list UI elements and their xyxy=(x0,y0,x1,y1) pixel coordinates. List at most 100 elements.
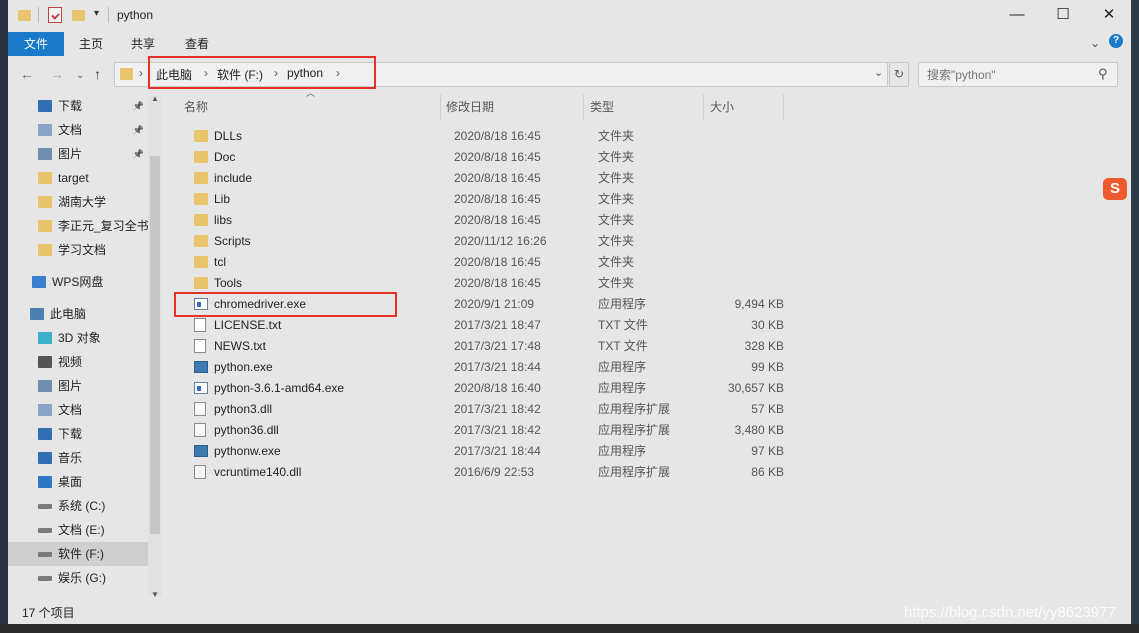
column-header-date[interactable]: 修改日期 xyxy=(446,96,494,118)
sidebar-item-label: 图片 xyxy=(58,147,83,161)
column-divider[interactable] xyxy=(703,94,704,120)
search-icon[interactable]: ⚲ xyxy=(1098,66,1108,82)
file-date: 2020/8/18 16:45 xyxy=(454,129,541,143)
sidebar-item[interactable]: 文档 (E:) xyxy=(8,518,148,542)
sogou-ime-icon[interactable]: S xyxy=(1103,178,1127,200)
file-row[interactable]: python36.dll 2017/3/21 18:42 应用程序扩展 3,480 K… xyxy=(186,420,786,441)
file-row[interactable]: include 2020/8/18 16:45 文件夹 xyxy=(186,168,786,189)
tab-home[interactable]: 主页 xyxy=(74,32,108,56)
sidebar-item[interactable]: 桌面 xyxy=(8,470,148,494)
sidebar-item[interactable]: 系统 (C:) xyxy=(8,494,148,518)
download-icon xyxy=(38,428,52,440)
sidebar-item[interactable]: 湖南大学 xyxy=(8,190,148,214)
watermark: https://blog.csdn.net/yy8623977 xyxy=(904,604,1116,621)
file-row[interactable]: python3.dll 2017/3/21 18:42 应用程序扩展 57 KB xyxy=(186,399,786,420)
file-date: 2017/3/21 18:42 xyxy=(454,423,541,437)
help-icon[interactable]: ? xyxy=(1109,34,1123,48)
tab-share[interactable]: 共享 xyxy=(126,32,160,56)
sidebar-item[interactable]: 文档 📌 xyxy=(8,118,148,142)
pin-icon[interactable]: 📌 xyxy=(133,94,144,118)
scroll-up-arrow-icon[interactable]: ▲ xyxy=(151,94,159,103)
sidebar-item[interactable]: 下载 xyxy=(8,422,148,446)
file-row[interactable]: tcl 2020/8/18 16:45 文件夹 xyxy=(186,252,786,273)
refresh-button[interactable]: ↻ xyxy=(889,62,909,87)
new-folder-icon[interactable] xyxy=(72,10,85,21)
maximize-button[interactable]: ☐ xyxy=(1040,0,1086,30)
file-row[interactable]: NEWS.txt 2017/3/21 17:48 TXT 文件 328 KB xyxy=(186,336,786,357)
dll-file-icon xyxy=(194,402,206,416)
dll-file-icon xyxy=(194,465,206,479)
sidebar-item[interactable]: 娱乐 (G:) xyxy=(8,566,148,590)
sidebar-item[interactable]: WPS网盘 xyxy=(8,270,148,294)
ribbon-collapse-icon[interactable]: ⌄ xyxy=(1090,36,1100,50)
file-row[interactable]: python.exe 2017/3/21 18:44 应用程序 99 KB xyxy=(186,357,786,378)
file-date: 2020/8/18 16:45 xyxy=(454,276,541,290)
column-header-size[interactable]: 大小 xyxy=(710,96,734,118)
sidebar-item[interactable]: 视频 xyxy=(8,350,148,374)
file-row[interactable]: pythonw.exe 2017/3/21 18:44 应用程序 97 KB xyxy=(186,441,786,462)
back-button[interactable]: ← xyxy=(20,66,34,82)
sidebar-item[interactable]: 3D 对象 xyxy=(8,326,148,350)
forward-button[interactable]: → xyxy=(50,66,64,82)
scroll-down-arrow-icon[interactable]: ▼ xyxy=(151,590,159,599)
file-row[interactable]: Lib 2020/8/18 16:45 文件夹 xyxy=(186,189,786,210)
file-row[interactable]: vcruntime140.dll 2016/6/9 22:53 应用程序扩展 86 K… xyxy=(186,462,786,483)
search-input[interactable] xyxy=(918,62,1118,87)
sidebar-item[interactable]: target xyxy=(8,166,148,190)
file-name: libs xyxy=(214,213,233,227)
folder-icon xyxy=(18,10,31,21)
column-divider[interactable] xyxy=(783,94,784,120)
column-header-name[interactable]: 名称 xyxy=(184,96,208,118)
quick-access-dropdown-icon[interactable]: ▾ xyxy=(94,8,99,19)
pin-icon[interactable]: 📌 xyxy=(133,142,144,166)
file-name: Doc xyxy=(214,150,236,164)
file-row[interactable]: python-3.6.1-amd64.exe 2020/8/18 16:40 应用程… xyxy=(186,378,786,399)
file-row[interactable]: libs 2020/8/18 16:45 文件夹 xyxy=(186,210,786,231)
sidebar-item-label: 文档 (E:) xyxy=(58,523,105,537)
close-button[interactable]: ✕ xyxy=(1086,0,1131,30)
sidebar-item[interactable]: 图片 📌 xyxy=(8,142,148,166)
column-header-type[interactable]: 类型 xyxy=(590,96,614,118)
file-row[interactable]: LICENSE.txt 2017/3/21 18:47 TXT 文件 30 KB xyxy=(186,315,786,336)
file-name: python.exe xyxy=(214,360,273,374)
navigation-scroll-thumb[interactable] xyxy=(150,156,160,534)
file-row[interactable]: DLLs 2020/8/18 16:45 文件夹 xyxy=(186,126,786,147)
sidebar-item[interactable]: 下载 📌 xyxy=(8,94,148,118)
file-type: 应用程序 xyxy=(598,444,647,458)
sidebar-item-label: 学习文档 xyxy=(58,243,107,257)
sidebar-item[interactable]: 文档 xyxy=(8,398,148,422)
tab-file[interactable]: 文件 xyxy=(8,32,64,56)
sidebar-item[interactable]: 此电脑 xyxy=(8,302,148,326)
file-date: 2017/3/21 18:47 xyxy=(454,318,541,332)
properties-icon[interactable] xyxy=(48,7,62,23)
sidebar-item[interactable]: 图片 xyxy=(8,374,148,398)
file-type: 文件夹 xyxy=(598,234,635,248)
file-row[interactable]: Doc 2020/8/18 16:45 文件夹 xyxy=(186,147,786,168)
file-row[interactable]: Scripts 2020/11/12 16:26 文件夹 xyxy=(186,231,786,252)
file-date: 2020/8/18 16:45 xyxy=(454,150,541,164)
txt-file-icon xyxy=(194,339,206,353)
minimize-button[interactable]: — xyxy=(994,0,1040,30)
tab-view[interactable]: 查看 xyxy=(180,32,214,56)
sidebar-item[interactable]: 软件 (F:) xyxy=(8,542,148,566)
file-date: 2020/8/18 16:45 xyxy=(454,192,541,206)
up-button[interactable]: ↑ xyxy=(94,66,101,82)
address-dropdown-icon[interactable]: ⌄ xyxy=(874,66,883,79)
file-size: 97 KB xyxy=(751,444,784,458)
file-type: 应用程序扩展 xyxy=(598,465,671,479)
column-divider[interactable] xyxy=(440,94,441,120)
sidebar-item[interactable]: 李正元_复习全书 xyxy=(8,214,148,238)
recent-locations-icon[interactable]: ⌄ xyxy=(76,70,84,81)
pin-icon[interactable]: 📌 xyxy=(133,118,144,142)
file-row[interactable]: Tools 2020/8/18 16:45 文件夹 xyxy=(186,273,786,294)
sidebar-item[interactable]: 学习文档 xyxy=(8,238,148,262)
desktop-background xyxy=(0,0,8,633)
file-name: Tools xyxy=(214,276,243,290)
file-type: 文件夹 xyxy=(598,213,635,227)
sidebar-item-label: 娱乐 (G:) xyxy=(58,571,106,585)
file-type: 文件夹 xyxy=(598,171,635,185)
file-name: NEWS.txt xyxy=(214,339,267,353)
drive-icon xyxy=(38,552,52,557)
sidebar-item[interactable]: 音乐 xyxy=(8,446,148,470)
column-divider[interactable] xyxy=(583,94,584,120)
